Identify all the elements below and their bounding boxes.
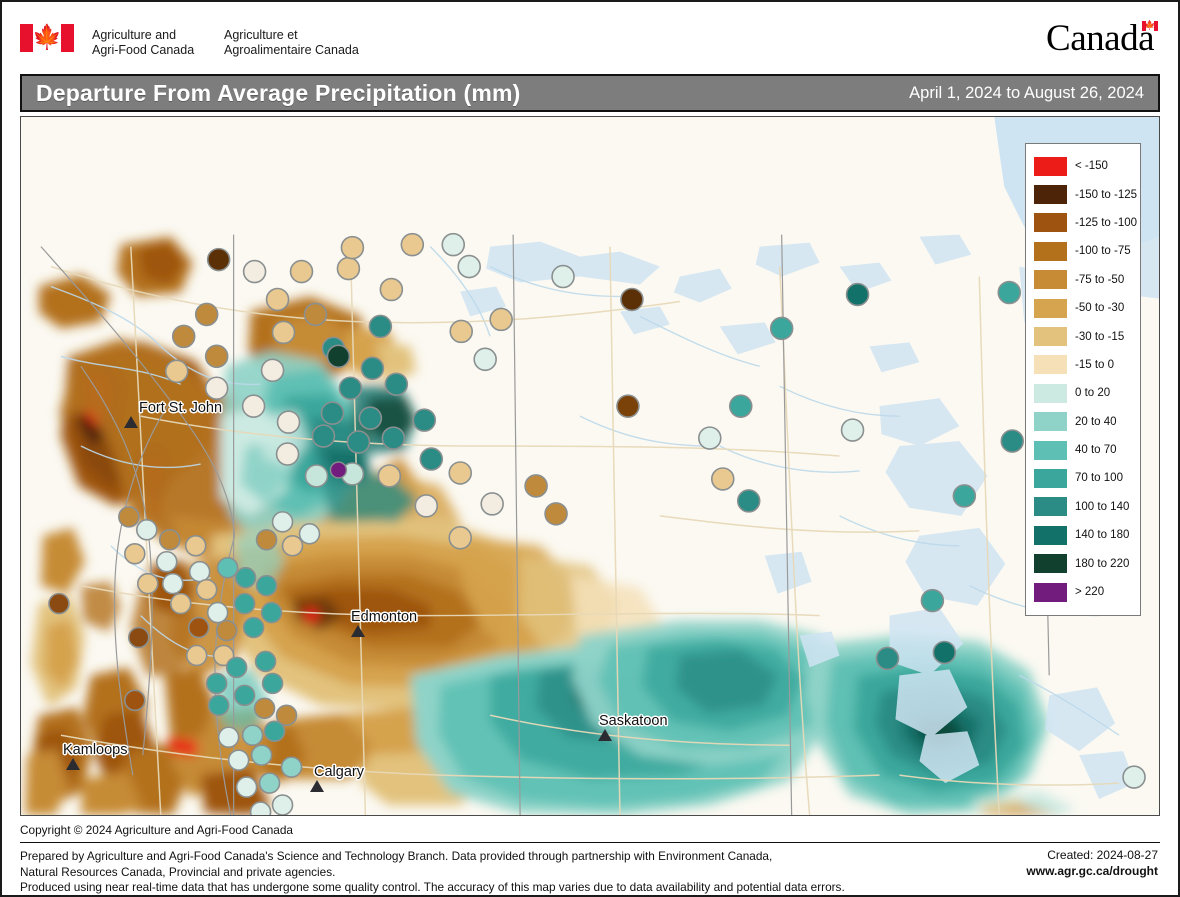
- legend-label: 40 to 70: [1075, 444, 1117, 457]
- legend-row: -15 to 0: [1034, 351, 1134, 379]
- legend-label: > 220: [1075, 586, 1105, 599]
- legend-row: -75 to -50: [1034, 266, 1134, 294]
- footer-disclaimer: Prepared by Agriculture and Agri-Food Ca…: [20, 849, 845, 896]
- footer-line-1: Prepared by Agriculture and Agri-Food Ca…: [20, 849, 773, 863]
- created-date: Created: 2024-08-27: [1047, 848, 1158, 862]
- legend-swatch: [1034, 156, 1067, 176]
- copyright-line: Copyright © 2024 Agriculture and Agri-Fo…: [20, 823, 293, 837]
- legend-swatch: [1034, 412, 1067, 432]
- legend-swatch: [1034, 241, 1067, 261]
- legend-row: < -150: [1034, 152, 1134, 180]
- map-title-bar: Departure From Average Precipitation (mm…: [20, 74, 1160, 112]
- wordmark-flag-icon: 🍁: [1142, 21, 1158, 31]
- legend-row: 180 to 220: [1034, 549, 1134, 577]
- legend-swatch: [1034, 497, 1067, 517]
- legend-row: -30 to -15: [1034, 322, 1134, 350]
- legend-swatch: [1034, 582, 1067, 602]
- legend-swatch: [1034, 327, 1067, 347]
- legend-swatch: [1034, 270, 1067, 290]
- legend-label: -50 to -30: [1075, 302, 1125, 315]
- page-title: Departure From Average Precipitation (mm…: [36, 79, 521, 106]
- legend-row: -50 to -30: [1034, 294, 1134, 322]
- footer-meta: Created: 2024-08-27 www.agr.gc.ca/drough…: [1026, 847, 1158, 879]
- legend-label: -15 to 0: [1075, 358, 1114, 371]
- legend-swatch: [1034, 298, 1067, 318]
- federal-identity-header: 🍁 Agriculture and Agri-Food Canada Agric…: [2, 2, 1178, 68]
- legend-label: -100 to -75: [1075, 245, 1131, 258]
- map-page: 🍁 Agriculture and Agri-Food Canada Agric…: [0, 0, 1180, 897]
- legend-swatch: [1034, 355, 1067, 375]
- precipitation-map[interactable]: Fort St. John Edmonton Saskatoon Calgary…: [20, 116, 1160, 816]
- legend-label: -150 to -125: [1075, 188, 1138, 201]
- legend-label: -125 to -100: [1075, 216, 1138, 229]
- legend-label: -30 to -15: [1075, 330, 1125, 343]
- legend-swatch: [1034, 468, 1067, 488]
- department-name-fr: Agriculture et Agroalimentaire Canada: [224, 28, 359, 57]
- legend-label: 0 to 20: [1075, 387, 1111, 400]
- legend-label: 180 to 220: [1075, 557, 1130, 570]
- city-marker-calgary: [310, 780, 324, 792]
- city-marker-fort-st-john: [124, 416, 138, 428]
- legend-label: 140 to 180: [1075, 529, 1130, 542]
- legend-swatch: [1034, 525, 1067, 545]
- legend-row: 140 to 180: [1034, 521, 1134, 549]
- legend-swatch: [1034, 383, 1067, 403]
- map-legend: < -150 -150 to -125 -125 to -100 -100 to…: [1025, 143, 1141, 617]
- legend-swatch: [1034, 554, 1067, 574]
- legend-row: 40 to 70: [1034, 436, 1134, 464]
- footer: Prepared by Agriculture and Agri-Food Ca…: [20, 842, 1160, 894]
- city-marker-kamloops: [66, 758, 80, 770]
- canada-flag-icon: 🍁: [20, 24, 74, 52]
- legend-label: 100 to 140: [1075, 500, 1130, 513]
- legend-swatch: [1034, 213, 1067, 233]
- city-marker-saskatoon: [598, 729, 612, 741]
- website-url[interactable]: www.agr.gc.ca/drought: [1026, 863, 1158, 879]
- legend-row: -100 to -75: [1034, 237, 1134, 265]
- department-name-en: Agriculture and Agri-Food Canada: [92, 28, 195, 57]
- legend-label: -75 to -50: [1075, 273, 1125, 286]
- legend-row: > 220: [1034, 578, 1134, 606]
- legend-label: 20 to 40: [1075, 415, 1117, 428]
- legend-swatch: [1034, 185, 1067, 205]
- legend-label: 70 to 100: [1075, 472, 1123, 485]
- legend-row: -125 to -100: [1034, 209, 1138, 237]
- legend-row: -150 to -125: [1034, 180, 1138, 208]
- legend-row: 20 to 40: [1034, 408, 1134, 436]
- canada-wordmark-text: Canada: [1046, 18, 1154, 59]
- aafc-signature: 🍁: [20, 24, 74, 52]
- legend-row: 0 to 20: [1034, 379, 1134, 407]
- legend-row: 100 to 140: [1034, 493, 1134, 521]
- footer-line-2: Natural Resources Canada, Provincial and…: [20, 864, 336, 879]
- legend-swatch: [1034, 440, 1067, 460]
- date-range-label: April 1, 2024 to August 26, 2024: [909, 83, 1144, 102]
- legend-label: < -150: [1075, 160, 1108, 173]
- city-marker-edmonton: [351, 625, 365, 637]
- canada-wordmark: Canada 🍁: [1046, 20, 1158, 57]
- legend-row: 70 to 100: [1034, 464, 1134, 492]
- map-canvas: [21, 117, 1159, 815]
- footer-line-3: Produced using near real-time data that …: [20, 880, 845, 895]
